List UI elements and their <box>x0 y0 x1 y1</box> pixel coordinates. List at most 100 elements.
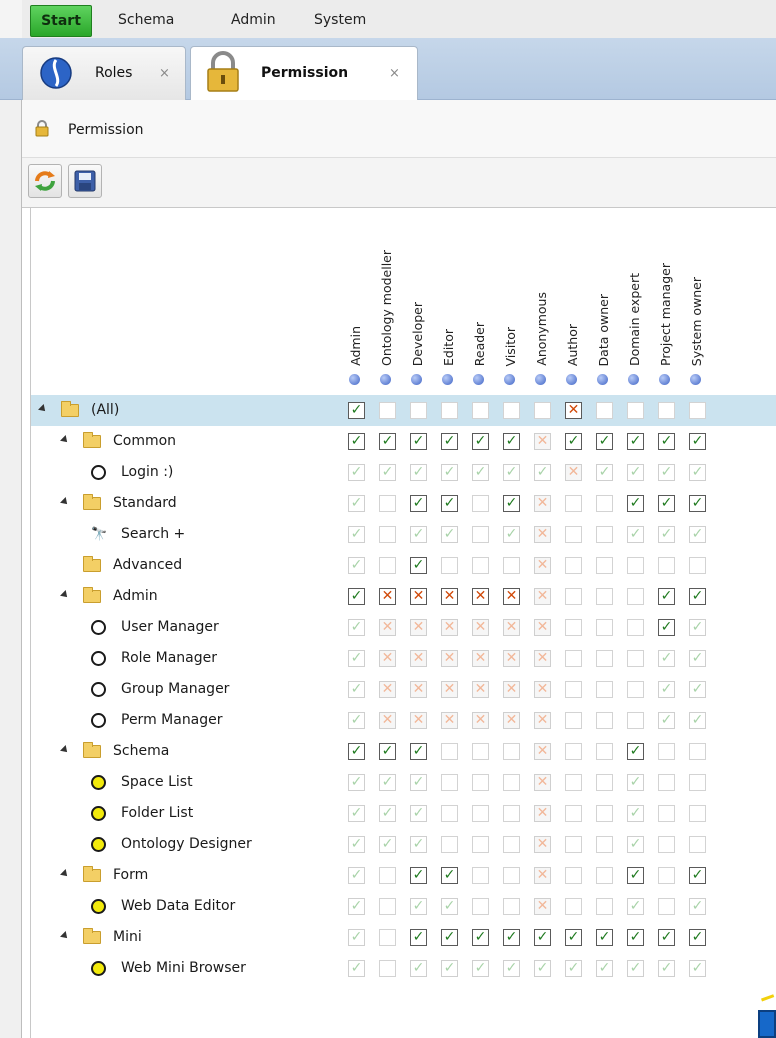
permission-checkbox[interactable]: ✓ <box>689 712 706 729</box>
permission-checkbox[interactable]: ✕ <box>503 681 520 698</box>
permission-checkbox[interactable] <box>565 867 582 884</box>
permission-checkbox[interactable]: ✕ <box>534 898 551 915</box>
tree-row[interactable]: Ontology Designer ✓ ✓ ✓ ✕ ✓ <box>31 829 776 860</box>
permission-checkbox[interactable]: ✕ <box>441 650 458 667</box>
permission-checkbox[interactable]: ✓ <box>441 898 458 915</box>
permission-checkbox[interactable]: ✓ <box>472 929 489 946</box>
permission-checkbox[interactable]: ✓ <box>348 526 365 543</box>
permission-checkbox[interactable]: ✓ <box>627 526 644 543</box>
permission-checkbox[interactable]: ✓ <box>441 526 458 543</box>
permission-checkbox[interactable]: ✓ <box>503 526 520 543</box>
permission-checkbox[interactable]: ✓ <box>658 960 675 977</box>
tree-row[interactable]: Perm Manager ✓ ✕ ✕ ✕ ✕ ✕ ✕ ✓ ✓ <box>31 705 776 736</box>
permission-checkbox[interactable]: ✕ <box>379 619 396 636</box>
permission-checkbox[interactable] <box>658 805 675 822</box>
permission-checkbox[interactable] <box>472 402 489 419</box>
permission-checkbox[interactable]: ✓ <box>348 836 365 853</box>
permission-checkbox[interactable] <box>503 402 520 419</box>
permission-checkbox[interactable]: ✕ <box>379 712 396 729</box>
permission-checkbox[interactable] <box>565 681 582 698</box>
permission-checkbox[interactable]: ✕ <box>534 743 551 760</box>
permission-checkbox[interactable] <box>658 774 675 791</box>
permission-checkbox[interactable] <box>658 898 675 915</box>
permission-checkbox[interactable] <box>627 619 644 636</box>
permission-checkbox[interactable]: ✓ <box>348 960 365 977</box>
permission-checkbox[interactable]: ✓ <box>472 464 489 481</box>
permission-checkbox[interactable] <box>689 557 706 574</box>
permission-checkbox[interactable]: ✓ <box>441 960 458 977</box>
permission-checkbox[interactable]: ✓ <box>689 681 706 698</box>
permission-checkbox[interactable] <box>503 774 520 791</box>
permission-checkbox[interactable]: ✕ <box>534 495 551 512</box>
permission-checkbox[interactable]: ✕ <box>379 588 396 605</box>
tree-row[interactable]: Space List ✓ ✓ ✓ ✕ ✓ <box>31 767 776 798</box>
permission-checkbox[interactable]: ✓ <box>348 557 365 574</box>
permission-checkbox[interactable] <box>472 557 489 574</box>
tree-row[interactable]: User Manager ✓ ✕ ✕ ✕ ✕ ✕ ✕ ✓ ✓ <box>31 612 776 643</box>
permission-checkbox[interactable]: ✓ <box>348 898 365 915</box>
permission-checkbox[interactable]: ✕ <box>534 805 551 822</box>
permission-checkbox[interactable]: ✓ <box>379 464 396 481</box>
expander-icon[interactable] <box>60 435 70 445</box>
permission-checkbox[interactable] <box>534 402 551 419</box>
permission-checkbox[interactable] <box>503 805 520 822</box>
left-splitter[interactable] <box>0 100 22 1038</box>
permission-checkbox[interactable] <box>689 402 706 419</box>
permission-checkbox[interactable]: ✓ <box>503 464 520 481</box>
permission-checkbox[interactable]: ✓ <box>565 960 582 977</box>
permission-checkbox[interactable] <box>596 681 613 698</box>
permission-checkbox[interactable] <box>441 836 458 853</box>
permission-checkbox[interactable] <box>565 805 582 822</box>
permission-checkbox[interactable]: ✓ <box>627 743 644 760</box>
permission-checkbox[interactable]: ✓ <box>472 433 489 450</box>
permission-checkbox[interactable] <box>472 836 489 853</box>
permission-checkbox[interactable] <box>596 402 613 419</box>
permission-checkbox[interactable]: ✓ <box>503 960 520 977</box>
permission-checkbox[interactable]: ✓ <box>689 464 706 481</box>
tab-permission-close-icon[interactable]: × <box>389 66 400 81</box>
permission-checkbox[interactable]: ✕ <box>379 681 396 698</box>
tree-row[interactable]: Common ✓ ✓ ✓ ✓ ✓ ✓ ✕ ✓ ✓ ✓ ✓ ✓ <box>31 426 776 457</box>
permission-checkbox[interactable]: ✓ <box>627 867 644 884</box>
permission-checkbox[interactable]: ✓ <box>348 774 365 791</box>
permission-checkbox[interactable]: ✓ <box>565 929 582 946</box>
permission-checkbox[interactable]: ✓ <box>658 495 675 512</box>
permission-checkbox[interactable]: ✕ <box>441 588 458 605</box>
permission-checkbox[interactable]: ✕ <box>565 464 582 481</box>
permission-checkbox[interactable] <box>379 557 396 574</box>
tree-row[interactable]: Mini ✓ ✓ ✓ ✓ ✓ ✓ ✓ ✓ ✓ ✓ ✓ <box>31 922 776 953</box>
permission-checkbox[interactable]: ✓ <box>348 402 365 419</box>
permission-checkbox[interactable]: ✕ <box>565 402 582 419</box>
permission-checkbox[interactable]: ✓ <box>534 929 551 946</box>
permission-checkbox[interactable]: ✓ <box>689 619 706 636</box>
permission-checkbox[interactable] <box>658 836 675 853</box>
permission-checkbox[interactable]: ✕ <box>534 774 551 791</box>
permission-checkbox[interactable]: ✕ <box>379 650 396 667</box>
permission-checkbox[interactable] <box>379 960 396 977</box>
permission-checkbox[interactable] <box>565 495 582 512</box>
permission-checkbox[interactable]: ✕ <box>410 650 427 667</box>
permission-checkbox[interactable]: ✓ <box>379 743 396 760</box>
permission-checkbox[interactable]: ✓ <box>441 433 458 450</box>
permission-checkbox[interactable]: ✓ <box>441 929 458 946</box>
expander-icon[interactable] <box>60 497 70 507</box>
permission-checkbox[interactable]: ✕ <box>410 588 427 605</box>
permission-checkbox[interactable]: ✓ <box>534 464 551 481</box>
permission-checkbox[interactable]: ✕ <box>410 681 427 698</box>
permission-checkbox[interactable]: ✓ <box>627 495 644 512</box>
permission-checkbox[interactable]: ✓ <box>472 960 489 977</box>
permission-checkbox[interactable] <box>565 526 582 543</box>
permission-checkbox[interactable] <box>596 650 613 667</box>
permission-checkbox[interactable] <box>410 402 427 419</box>
permission-checkbox[interactable]: ✓ <box>689 588 706 605</box>
permission-checkbox[interactable] <box>627 402 644 419</box>
permission-checkbox[interactable] <box>627 557 644 574</box>
expander-icon[interactable] <box>60 931 70 941</box>
permission-checkbox[interactable]: ✓ <box>379 774 396 791</box>
permission-checkbox[interactable]: ✓ <box>596 960 613 977</box>
permission-checkbox[interactable] <box>565 557 582 574</box>
tree-row[interactable]: Group Manager ✓ ✕ ✕ ✕ ✕ ✕ ✕ ✓ ✓ <box>31 674 776 705</box>
permission-checkbox[interactable] <box>689 836 706 853</box>
permission-checkbox[interactable] <box>658 867 675 884</box>
permission-checkbox[interactable]: ✓ <box>596 929 613 946</box>
